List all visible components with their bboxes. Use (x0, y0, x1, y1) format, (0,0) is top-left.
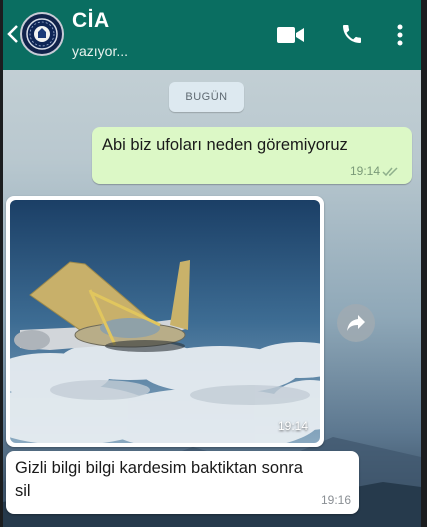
chat-header: CİA yazıyor... (3, 0, 421, 70)
forward-icon (347, 315, 365, 331)
forward-button[interactable] (337, 304, 375, 342)
more-options-icon[interactable] (396, 24, 404, 46)
ufo-photo[interactable]: 19:14 (10, 200, 320, 443)
message-time: 19:14 (349, 164, 380, 178)
chat-screen: CİA yazıyor... BUGÜN Abi biz ufoları ned… (3, 0, 421, 527)
message-time: 19:16 (320, 493, 351, 507)
incoming-message[interactable]: Gizli bilgi bilgi kardesim baktiktan son… (6, 451, 359, 514)
avatar[interactable] (20, 12, 64, 56)
message-text: Abi biz ufoları neden göremiyoruz (102, 136, 348, 154)
outgoing-message[interactable]: Abi biz ufoları neden göremiyoruz 19:14 (92, 127, 412, 184)
video-call-icon[interactable] (277, 26, 305, 44)
read-ticks-icon (382, 167, 398, 177)
ufo-plane-image (10, 200, 320, 443)
date-chip: BUGÜN (169, 82, 244, 112)
back-arrow-icon[interactable] (5, 22, 21, 46)
message-text: Gizli bilgi bilgi kardesim baktiktan son… (15, 459, 303, 500)
contact-name[interactable]: CİA (72, 9, 110, 33)
phone-call-icon[interactable] (340, 22, 364, 46)
image-message[interactable]: 19:14 (6, 196, 324, 447)
message-time: 19:14 (277, 419, 308, 433)
cia-seal-icon (26, 18, 58, 50)
typing-status: yazıyor... (72, 43, 129, 59)
